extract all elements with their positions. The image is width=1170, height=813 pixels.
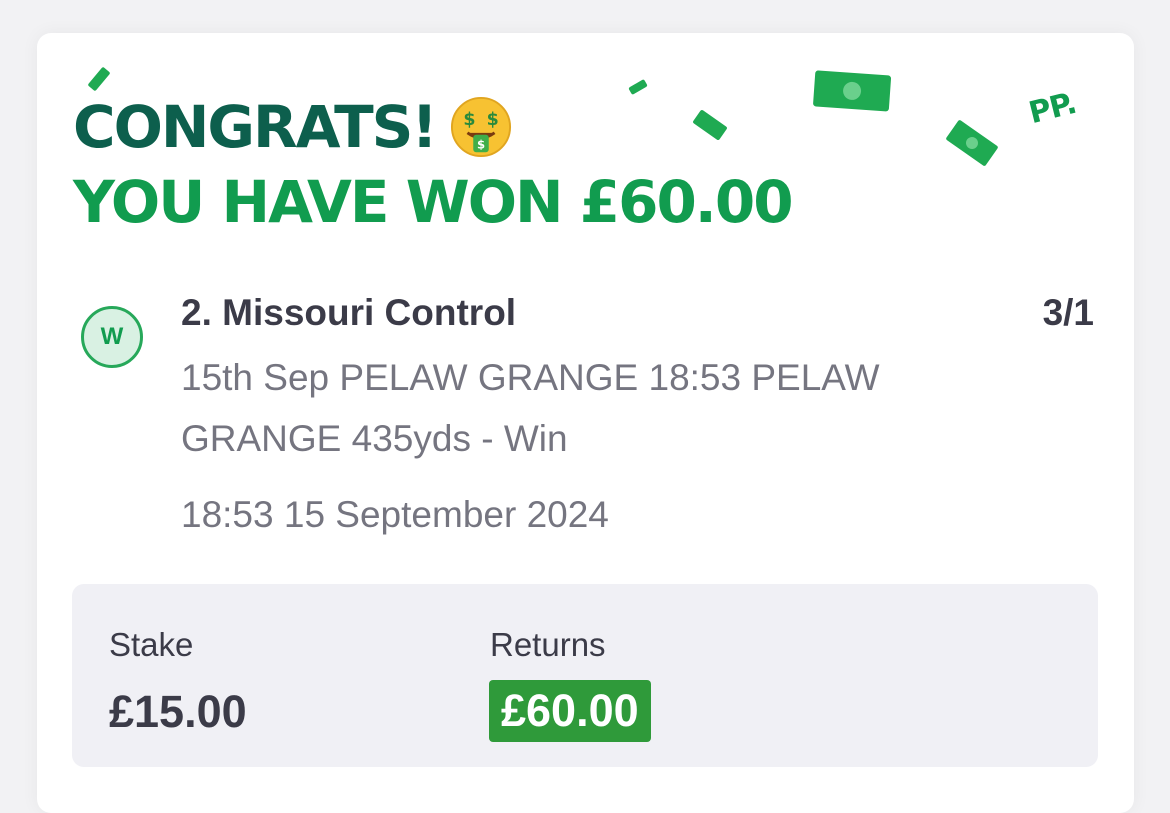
odds-value: 3/1 — [1042, 292, 1094, 333]
stake-label: Stake — [109, 626, 194, 663]
banknote-confetti-icon — [628, 79, 648, 95]
svg-text:$: $ — [477, 137, 485, 151]
banknote-confetti-icon — [946, 120, 998, 166]
selection-name: 2. Missouri Control — [181, 292, 517, 333]
bet-summary-panel: Stake £15.00 Returns £60.00 — [72, 584, 1098, 767]
svg-text:$: $ — [463, 110, 475, 130]
congrats-text: CONGRATS! — [73, 93, 438, 161]
event-datetime: 18:53 15 September 2024 — [181, 494, 609, 535]
banknote-confetti-icon — [813, 70, 892, 112]
market-description: 15th Sep PELAW GRANGE 18:53 PELAW GRANGE… — [181, 357, 880, 459]
congrats-heading: CONGRATS! $ $ $ — [73, 91, 512, 163]
svg-text:$: $ — [486, 110, 498, 130]
banknote-confetti-icon — [693, 110, 727, 140]
stake-value: £15.00 — [109, 686, 247, 737]
win-result-badge: W — [81, 306, 143, 368]
money-mouth-face-icon: $ $ $ — [450, 96, 511, 158]
returns-label: Returns — [490, 626, 606, 663]
brand-logo: PP. — [1025, 85, 1080, 132]
returns-value: £60.00 — [489, 680, 651, 742]
won-amount-heading: YOU HAVE WON £60.00 — [73, 168, 794, 236]
bet-result-card: PP. CONGRATS! $ $ $ YOU HAVE WON £60.00 … — [37, 33, 1134, 813]
